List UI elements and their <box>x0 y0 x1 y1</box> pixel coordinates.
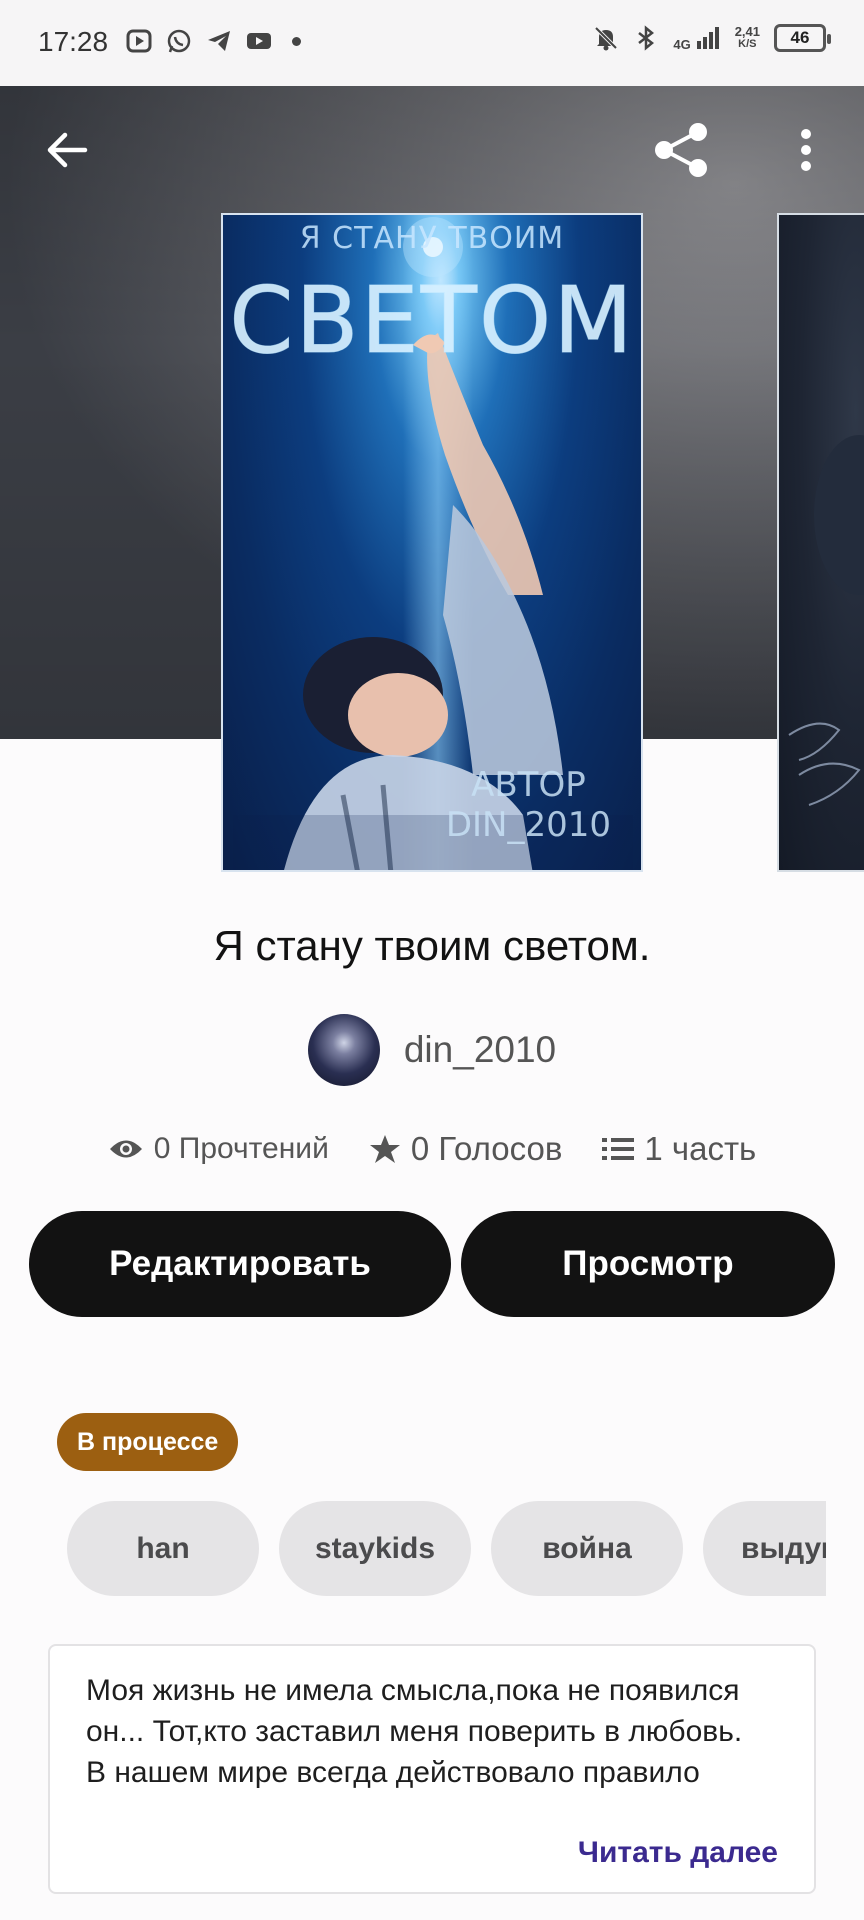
status-bar: 17:28 4G 2,41 K/S 46 <box>0 0 864 86</box>
status-time: 17:28 <box>38 26 109 57</box>
cover-author-label: АВТОР <box>471 765 586 805</box>
tag-chip[interactable]: выдуманная <box>703 1501 826 1596</box>
share-icon <box>655 123 707 177</box>
avatar[interactable] <box>307 1014 380 1086</box>
read-more-link[interactable]: Читать далее <box>557 1836 778 1870</box>
next-book-cover[interactable] <box>777 213 864 872</box>
dot-icon <box>292 36 301 46</box>
votes-count: 0 Голосов <box>410 1130 563 1167</box>
arrow-left-icon <box>47 132 88 168</box>
tags-list: han staykids война выдуманная <box>67 1501 826 1596</box>
next-cover-art <box>788 435 864 806</box>
status-badge: В процессе <box>57 1413 239 1471</box>
notification-icons <box>126 28 301 54</box>
back-button[interactable] <box>35 118 99 182</box>
youtube-icon <box>247 33 271 49</box>
whatsapp-icon <box>167 29 191 53</box>
battery-icon: 46 <box>774 24 831 52</box>
net-speed-value: 2,41 <box>734 24 760 39</box>
net-speed-unit: K/S <box>738 38 757 50</box>
more-vertical-icon <box>801 129 811 171</box>
mute-icon <box>594 26 618 51</box>
book-cover[interactable]: Я СТАНУ ТВОИМ СВЕТОМ АВТОР DIN_2010 <box>221 213 643 872</box>
view-button[interactable]: Просмотр <box>461 1211 835 1317</box>
star-icon <box>369 1135 400 1163</box>
description-text: Моя жизнь не имела смысла,пока не появил… <box>86 1674 743 1789</box>
bluetooth-icon <box>638 25 655 51</box>
cover-author-text: АВТОР DIN_2010 <box>446 765 611 845</box>
description-box: Моя жизнь не имела смысла,пока не появил… <box>48 1644 816 1894</box>
play-icon <box>126 29 152 53</box>
edit-button[interactable]: Редактировать <box>29 1211 451 1317</box>
eye-icon <box>109 1140 142 1158</box>
author-name[interactable]: din_2010 <box>404 1029 556 1071</box>
reads-count: 0 Прочтений <box>153 1132 329 1165</box>
network-type: 4G <box>673 37 691 52</box>
net-speed: 2,41 K/S <box>735 25 760 51</box>
parts-count: 1 часть <box>644 1130 757 1167</box>
share-button[interactable] <box>650 118 714 182</box>
system-icons: 4G 2,41 K/S 46 <box>593 24 831 52</box>
tag-chip[interactable]: han <box>67 1501 259 1596</box>
reads-stat: 0 Прочтений <box>108 1132 329 1166</box>
telegram-icon <box>208 31 230 51</box>
tag-chip[interactable]: война <box>491 1501 683 1596</box>
tags-scroller[interactable]: han staykids война выдуманная <box>67 1501 826 1596</box>
more-options-button[interactable] <box>774 118 838 182</box>
battery-level: 46 <box>790 28 810 47</box>
votes-stat: 0 Голосов <box>369 1130 563 1168</box>
list-icon <box>602 1138 635 1160</box>
story-title: Я стану твоим светом. <box>213 922 651 969</box>
cover-title-text: СВЕТОМ <box>229 267 635 375</box>
signal-icon <box>696 27 719 49</box>
cover-top-text: Я СТАНУ ТВОИМ <box>299 221 565 256</box>
author-row[interactable]: din_2010 <box>0 1014 864 1086</box>
tag-chip[interactable]: staykids <box>279 1501 471 1596</box>
story-stats: 0 Прочтений 0 Голосов 1 часть <box>0 1130 864 1168</box>
cover-author-name: DIN_2010 <box>445 805 611 845</box>
parts-stat: 1 часть <box>602 1130 756 1168</box>
